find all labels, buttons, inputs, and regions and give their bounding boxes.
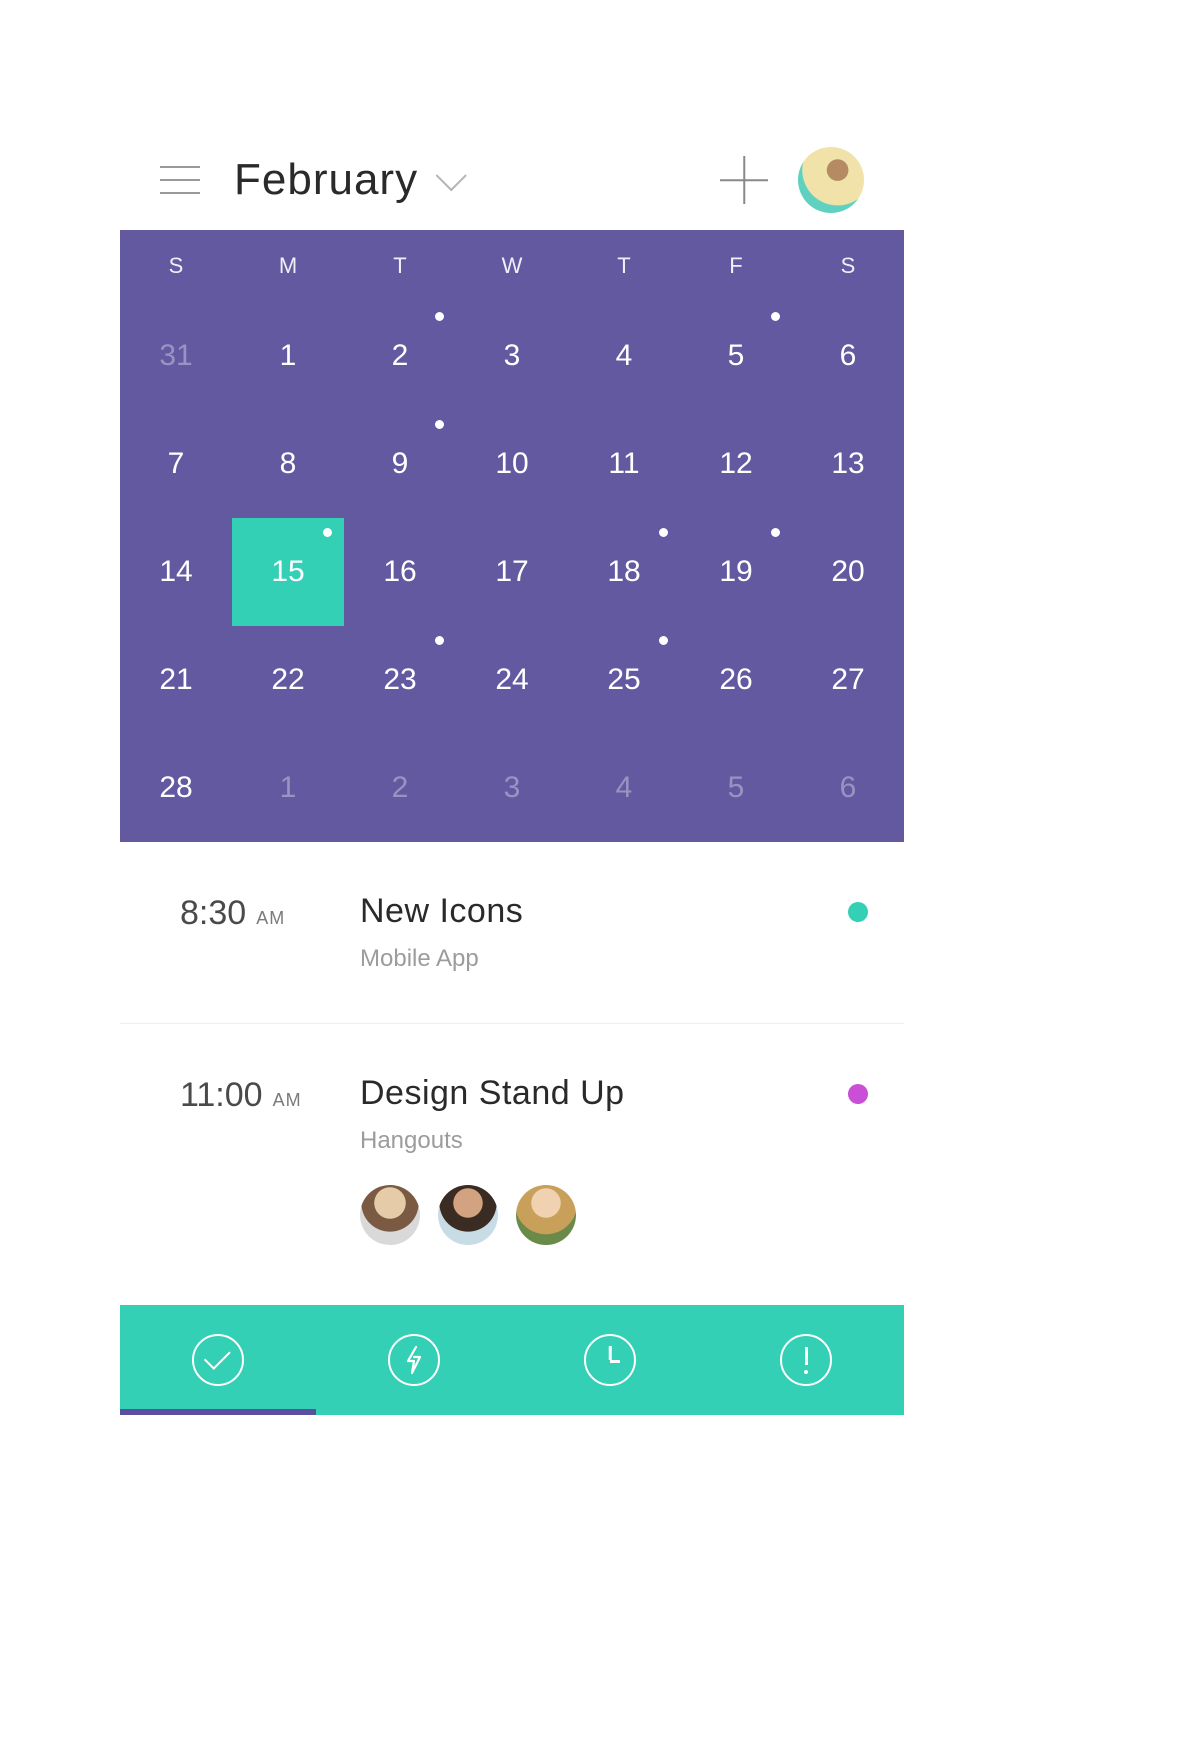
calendar-week-row: 78910111213 — [120, 410, 904, 518]
menu-icon[interactable] — [160, 166, 200, 194]
event-dot — [435, 312, 444, 321]
user-avatar[interactable] — [798, 147, 864, 213]
event-subtitle: Mobile App — [360, 945, 848, 973]
calendar-day[interactable]: 13 — [792, 410, 904, 518]
calendar-day[interactable]: 23 — [344, 626, 456, 734]
event-dot — [771, 312, 780, 321]
tab-bolt[interactable] — [316, 1305, 512, 1415]
calendar-day[interactable]: 19 — [680, 518, 792, 626]
event-dot — [435, 636, 444, 645]
event-dot — [323, 528, 332, 537]
calendar-week-row: 28123456 — [120, 734, 904, 842]
calendar-day[interactable]: 4 — [568, 734, 680, 842]
calendar-day[interactable]: 9 — [344, 410, 456, 518]
calendar-day[interactable]: 6 — [792, 734, 904, 842]
weekday-label: F — [680, 230, 792, 302]
weekday-label: W — [456, 230, 568, 302]
event-title: New Icons — [360, 892, 848, 931]
weekday-label: S — [792, 230, 904, 302]
event-body: New Icons Mobile App — [360, 892, 848, 973]
calendar-day[interactable]: 20 — [792, 518, 904, 626]
calendar-day[interactable]: 4 — [568, 302, 680, 410]
calendar-day[interactable]: 26 — [680, 626, 792, 734]
month-title: February — [234, 155, 418, 205]
event-body: Design Stand Up Hangouts — [360, 1074, 848, 1245]
event-dot — [771, 528, 780, 537]
calendar-week-row: 31123456 — [120, 302, 904, 410]
weekday-label: T — [568, 230, 680, 302]
event-dot — [659, 528, 668, 537]
calendar-day[interactable]: 25 — [568, 626, 680, 734]
attendee-avatar[interactable] — [360, 1185, 420, 1245]
calendar-day[interactable]: 5 — [680, 734, 792, 842]
app-header: February — [120, 130, 904, 230]
event-dot — [659, 636, 668, 645]
event-subtitle: Hangouts — [360, 1127, 848, 1155]
attendee-avatar[interactable] — [516, 1185, 576, 1245]
event-title: Design Stand Up — [360, 1074, 848, 1113]
calendar-week-row: 21222324252627 — [120, 626, 904, 734]
bolt-icon — [388, 1334, 440, 1386]
calendar-day[interactable]: 10 — [456, 410, 568, 518]
calendar-day[interactable]: 31 — [120, 302, 232, 410]
event-item[interactable]: 11:00 AM Design Stand Up Hangouts — [120, 1024, 904, 1295]
event-time-value: 11:00 — [180, 1076, 263, 1115]
calendar-day[interactable]: 2 — [344, 302, 456, 410]
event-attendees — [360, 1185, 848, 1245]
event-color-dot — [848, 902, 868, 922]
chevron-down-icon[interactable] — [436, 160, 467, 191]
calendar-day[interactable]: 3 — [456, 734, 568, 842]
event-time-value: 8:30 — [180, 894, 246, 933]
calendar-day[interactable]: 6 — [792, 302, 904, 410]
calendar-day[interactable]: 2 — [344, 734, 456, 842]
tab-check[interactable] — [120, 1305, 316, 1415]
calendar-week-row: 14151617181920 — [120, 518, 904, 626]
check-icon — [206, 1353, 230, 1367]
weekday-label: S — [120, 230, 232, 302]
alert-icon — [804, 1347, 808, 1374]
add-event-button[interactable] — [720, 156, 768, 204]
calendar-day[interactable]: 1 — [232, 734, 344, 842]
clock-icon — [584, 1334, 636, 1386]
calendar-day[interactable]: 12 — [680, 410, 792, 518]
event-time: 11:00 AM — [180, 1074, 360, 1245]
event-time-ampm: AM — [256, 908, 285, 929]
event-time-ampm: AM — [273, 1090, 302, 1111]
calendar-day[interactable]: 24 — [456, 626, 568, 734]
calendar-day[interactable]: 22 — [232, 626, 344, 734]
calendar-day[interactable]: 15 — [232, 518, 344, 626]
calendar-day[interactable]: 7 — [120, 410, 232, 518]
calendar-day[interactable]: 27 — [792, 626, 904, 734]
calendar-day[interactable]: 16 — [344, 518, 456, 626]
calendar-day[interactable]: 14 — [120, 518, 232, 626]
event-item[interactable]: 8:30 AM New Icons Mobile App — [120, 842, 904, 1024]
calendar-day[interactable]: 1 — [232, 302, 344, 410]
event-time: 8:30 AM — [180, 892, 360, 973]
tab-bar — [120, 1305, 904, 1415]
calendar-day[interactable]: 5 — [680, 302, 792, 410]
weekday-label: M — [232, 230, 344, 302]
calendar-grid: SMTWTFS 31123456789101112131415161718192… — [120, 230, 904, 842]
calendar-day[interactable]: 28 — [120, 734, 232, 842]
calendar-day[interactable]: 21 — [120, 626, 232, 734]
calendar-day[interactable]: 3 — [456, 302, 568, 410]
calendar-day[interactable]: 8 — [232, 410, 344, 518]
weekday-label: T — [344, 230, 456, 302]
calendar-day[interactable]: 17 — [456, 518, 568, 626]
calendar-app: February SMTWTFS 31123456789101112131415… — [120, 130, 904, 1415]
tab-indicator — [120, 1409, 316, 1415]
calendar-day[interactable]: 11 — [568, 410, 680, 518]
tab-clock[interactable] — [512, 1305, 708, 1415]
attendee-avatar[interactable] — [438, 1185, 498, 1245]
event-dot — [435, 420, 444, 429]
calendar-day[interactable]: 18 — [568, 518, 680, 626]
event-color-dot — [848, 1084, 868, 1104]
event-list: 8:30 AM New Icons Mobile App 11:00 AM Design S… — [120, 842, 904, 1295]
tab-alert[interactable] — [708, 1305, 904, 1415]
calendar-weekday-row: SMTWTFS — [120, 230, 904, 302]
